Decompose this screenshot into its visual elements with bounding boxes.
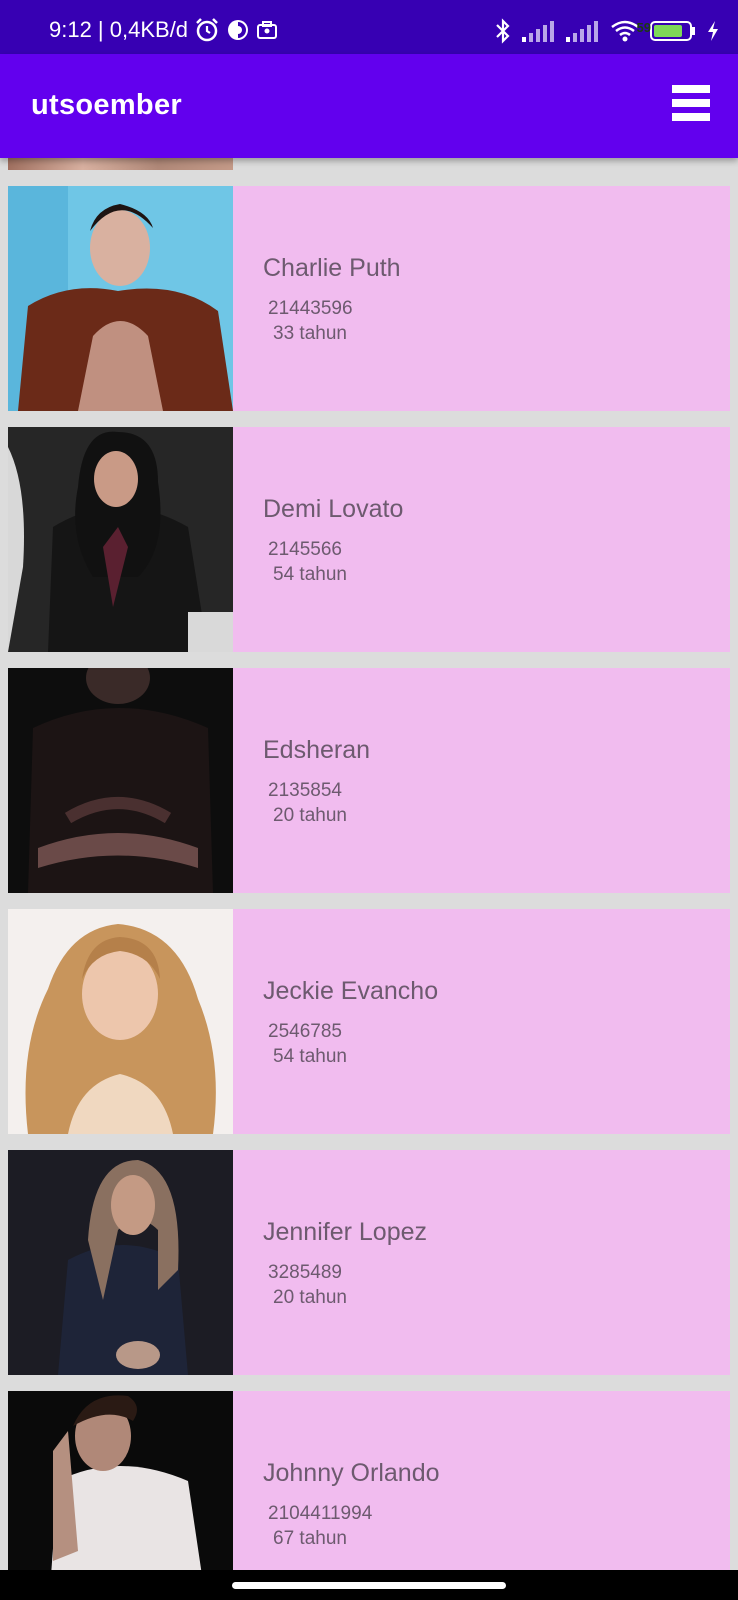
app-title: utsoember	[31, 89, 182, 121]
status-left: 9:12 | 0,4KB/d	[49, 17, 278, 43]
signal-icon	[522, 20, 556, 42]
alarm-icon	[194, 17, 220, 43]
person-age: 54 tahun	[273, 1046, 347, 1067]
person-id: 2145566	[268, 539, 342, 560]
list-item[interactable]: Demi Lovato 2145566 54 tahun	[8, 427, 730, 652]
person-info: Jeckie Evancho 2546785 54 tahun	[233, 909, 730, 1134]
person-photo	[8, 1391, 233, 1570]
bluetooth-icon	[494, 18, 512, 44]
person-name: Charlie Puth	[263, 254, 401, 282]
person-name: Demi Lovato	[263, 495, 404, 523]
person-age: 67 tahun	[273, 1528, 347, 1549]
person-id: 2546785	[268, 1021, 342, 1042]
person-info: Demi Lovato 2145566 54 tahun	[233, 427, 730, 652]
person-age: 54 tahun	[273, 564, 347, 585]
menu-icon[interactable]	[672, 85, 712, 121]
navigation-bar	[0, 1570, 738, 1600]
person-list[interactable]: Charlie Puth 21443596 33 tahun Demi Lova…	[0, 158, 738, 1570]
status-bar: 9:12 | 0,4KB/d 59	[0, 0, 738, 54]
battery-level: 59	[636, 20, 651, 35]
app-bar: utsoember	[0, 54, 738, 158]
home-indicator[interactable]	[232, 1582, 506, 1589]
person-name: Johnny Orlando	[263, 1459, 440, 1487]
person-id: 2135854	[268, 780, 342, 801]
person-id: 2104411994	[268, 1503, 373, 1524]
list-item[interactable]: Jeckie Evancho 2546785 54 tahun	[8, 909, 730, 1134]
person-info: Johnny Orlando 2104411994 67 tahun	[233, 1391, 730, 1570]
person-photo	[8, 427, 233, 652]
charging-icon	[706, 20, 720, 42]
person-id: 21443596	[268, 298, 353, 319]
list-item[interactable]: Jennifer Lopez 3285489 20 tahun	[8, 1150, 730, 1375]
app-notification-icon	[226, 18, 250, 42]
list-item[interactable]: Charlie Puth 21443596 33 tahun	[8, 186, 730, 411]
person-photo	[8, 186, 233, 411]
person-age: 20 tahun	[273, 1287, 347, 1308]
list-item[interactable]: Johnny Orlando 2104411994 67 tahun	[8, 1391, 730, 1570]
status-right: 59	[494, 18, 720, 44]
person-photo	[8, 1150, 233, 1375]
list-item[interactable]: Edsheran 2135854 20 tahun	[8, 668, 730, 893]
person-name: Jennifer Lopez	[263, 1218, 428, 1246]
person-photo	[8, 909, 233, 1134]
person-age: 20 tahun	[273, 805, 347, 826]
briefcase-icon	[256, 20, 278, 40]
person-info: Jennifer Lopez 3285489 20 tahun	[233, 1150, 730, 1375]
person-name: Edsheran	[263, 736, 371, 764]
status-time-speed: 9:12 | 0,4KB/d	[49, 17, 189, 42]
person-info: Edsheran 2135854 20 tahun	[233, 668, 730, 893]
battery-icon	[650, 20, 696, 42]
person-age: 33 tahun	[273, 323, 347, 344]
partial-list-item-photo	[8, 158, 233, 170]
signal-icon	[566, 20, 600, 42]
person-photo	[8, 668, 233, 893]
person-info: Charlie Puth 21443596 33 tahun	[233, 186, 730, 411]
person-id: 3285489	[268, 1262, 342, 1283]
person-name: Jeckie Evancho	[263, 977, 439, 1005]
wifi-icon	[610, 20, 640, 42]
